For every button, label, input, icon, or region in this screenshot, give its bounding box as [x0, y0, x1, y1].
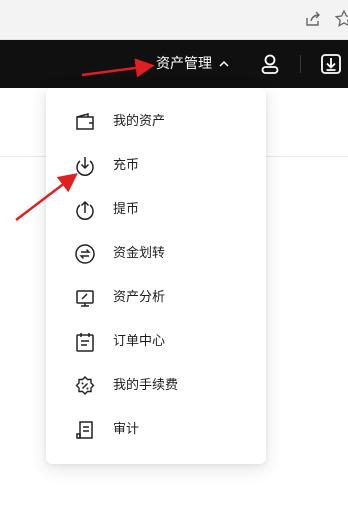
menu-item-orders[interactable]: 订单中心 [46, 320, 266, 364]
fee-icon [75, 376, 95, 395]
menu-item-label: 订单中心 [113, 334, 166, 349]
asset-management-label: 资产管理 [156, 56, 212, 72]
menu-item-label: 充币 [113, 158, 140, 173]
star-icon[interactable] [334, 9, 348, 29]
nav-divider [300, 55, 301, 73]
download-icon[interactable] [319, 52, 343, 76]
menu-item-transfer[interactable]: 资金划转 [46, 232, 266, 276]
withdraw-icon [76, 200, 94, 220]
user-icon[interactable] [258, 52, 282, 76]
menu-item-label: 我的手续费 [113, 378, 179, 393]
menu-item-deposit[interactable]: 充币 [46, 144, 266, 188]
share-icon[interactable] [303, 9, 323, 29]
menu-item-withdraw[interactable]: 提币 [46, 188, 266, 232]
menu-item-label: 资金划转 [113, 246, 166, 261]
menu-item-my-assets[interactable]: 我的资产 [46, 100, 266, 144]
transfer-icon [75, 244, 95, 264]
asset-dropdown-menu: 我的资产 充币 提币 资金划转 资产分析 订单中心 我的手续费 审计 [46, 88, 266, 464]
audit-icon [76, 421, 93, 439]
orders-icon [76, 333, 94, 352]
deposit-icon [76, 157, 94, 176]
menu-item-my-fees[interactable]: 我的手续费 [46, 364, 266, 408]
wallet-icon [76, 113, 94, 130]
menu-item-analysis[interactable]: 资产分析 [46, 276, 266, 320]
asset-management-menu[interactable]: 资产管理 [156, 54, 230, 74]
menu-item-label: 审计 [113, 422, 140, 437]
menu-item-label: 我的资产 [113, 114, 166, 129]
browser-toolbar [0, 0, 348, 40]
analysis-icon [76, 290, 94, 307]
top-navigation: 资产管理 [0, 40, 348, 88]
menu-item-label: 提币 [113, 202, 140, 217]
chevron-up-icon [219, 60, 229, 67]
menu-item-label: 资产分析 [113, 290, 166, 305]
menu-item-audit[interactable]: 审计 [46, 408, 266, 452]
